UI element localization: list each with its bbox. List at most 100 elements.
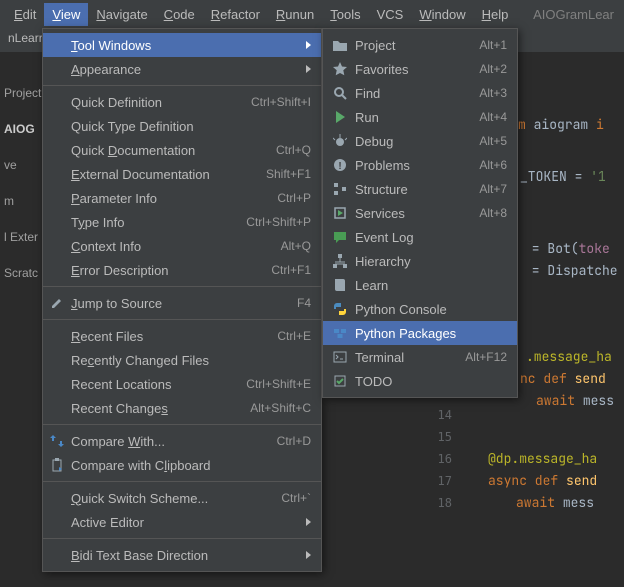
view-menu-item-external-documentation[interactable]: External DocumentationShift+F1: [43, 162, 321, 186]
menu-item-label: Error Description: [71, 263, 271, 278]
folder-icon: [331, 37, 349, 53]
view-menu-item-bidi-text-base-direction[interactable]: Bidi Text Base Direction: [43, 543, 321, 567]
view-menu-item-quick-type-definition[interactable]: Quick Type Definition: [43, 114, 321, 138]
menu-item-shortcut: Ctrl+D: [277, 434, 311, 448]
tool-window-item-project[interactable]: ProjectAlt+1: [323, 33, 517, 57]
menu-item-label: Appearance: [71, 62, 300, 77]
tool-window-label: Favorites: [355, 62, 479, 77]
tool-window-label: Services: [355, 206, 479, 221]
menu-item-shortcut: Alt+Shift+C: [250, 401, 311, 415]
menu-item-label: Active Editor: [71, 515, 300, 530]
tool-window-item-hierarchy[interactable]: Hierarchy: [323, 249, 517, 273]
tool-window-label: Event Log: [355, 230, 507, 245]
book-icon: [331, 277, 349, 293]
tool-window-shortcut: Alt+F12: [465, 350, 507, 364]
tool-window-item-python-console[interactable]: Python Console: [323, 297, 517, 321]
code-fragment: @dp.message_ha: [488, 448, 624, 470]
view-menu-item-jump-to-source[interactable]: Jump to SourceF4: [43, 291, 321, 315]
tool-window-item-todo[interactable]: TODO: [323, 369, 517, 393]
tool-window-item-favorites[interactable]: FavoritesAlt+2: [323, 57, 517, 81]
code-fragment: m aiogram i: [518, 114, 624, 136]
tool-window-shortcut: Alt+6: [479, 158, 507, 172]
view-menu-item-active-editor[interactable]: Active Editor: [43, 510, 321, 534]
tool-window-item-run[interactable]: RunAlt+4: [323, 105, 517, 129]
menu-item-label: Parameter Info: [71, 191, 277, 206]
code-fragment: _TOKEN = '1: [520, 166, 624, 188]
menu-item-label: Compare With...: [71, 434, 277, 449]
tool-window-shortcut: Alt+2: [479, 62, 507, 76]
tool-window-shortcut: Alt+5: [479, 134, 507, 148]
menu-item-shortcut: Ctrl+Shift+E: [246, 377, 311, 391]
tool-window-item-problems[interactable]: !ProblemsAlt+6: [323, 153, 517, 177]
svg-text:!: !: [338, 161, 341, 172]
menu-help[interactable]: Help: [474, 3, 517, 26]
todo-icon: [331, 373, 349, 389]
view-menu-item-appearance[interactable]: Appearance: [43, 57, 321, 81]
menu-item-shortcut: Ctrl+E: [277, 329, 311, 343]
menu-separator: [43, 481, 321, 482]
view-menu-item-context-info[interactable]: Context InfoAlt+Q: [43, 234, 321, 258]
tool-window-item-learn[interactable]: Learn: [323, 273, 517, 297]
menu-edit[interactable]: Edit: [6, 3, 44, 26]
menu-item-shortcut: F4: [297, 296, 311, 310]
menu-navigate[interactable]: Navigate: [88, 3, 155, 26]
tool-window-item-python-packages[interactable]: Python Packages: [323, 321, 517, 345]
tool-window-label: Python Console: [355, 302, 507, 317]
view-menu-item-tool-windows[interactable]: Tool Windows: [43, 33, 321, 57]
menu-tools[interactable]: Tools: [322, 3, 368, 26]
tool-window-item-services[interactable]: ServicesAlt+8: [323, 201, 517, 225]
tool-window-label: Terminal: [355, 350, 465, 365]
menu-view[interactable]: View: [44, 3, 88, 26]
tool-window-item-event-log[interactable]: Event Log: [323, 225, 517, 249]
view-menu-item-recent-files[interactable]: Recent FilesCtrl+E: [43, 324, 321, 348]
chevron-right-icon: [306, 551, 311, 559]
menu-item-shortcut: Ctrl+`: [281, 491, 311, 505]
view-menu-item-quick-definition[interactable]: Quick DefinitionCtrl+Shift+I: [43, 90, 321, 114]
menu-item-shortcut: Alt+Q: [281, 239, 311, 253]
view-menu-item-recent-changes[interactable]: Recent ChangesAlt+Shift+C: [43, 396, 321, 420]
menu-code[interactable]: Code: [156, 3, 203, 26]
tool-window-label: TODO: [355, 374, 507, 389]
view-menu-item-compare-with-clipboard[interactable]: Compare with Clipboard: [43, 453, 321, 477]
view-menu-item-type-info[interactable]: Type InfoCtrl+Shift+P: [43, 210, 321, 234]
menu-item-shortcut: Shift+F1: [266, 167, 311, 181]
hierarchy-icon: [331, 253, 349, 269]
tool-window-item-find[interactable]: FindAlt+3: [323, 81, 517, 105]
view-menu-item-parameter-info[interactable]: Parameter InfoCtrl+P: [43, 186, 321, 210]
view-menu-item-error-description[interactable]: Error DescriptionCtrl+F1: [43, 258, 321, 282]
tool-window-shortcut: Alt+1: [479, 38, 507, 52]
view-menu-item-quick-documentation[interactable]: Quick DocumentationCtrl+Q: [43, 138, 321, 162]
menu-item-label: Quick Documentation: [71, 143, 276, 158]
tool-window-label: Structure: [355, 182, 479, 197]
menu-vcs[interactable]: VCS: [369, 3, 412, 26]
menu-item-label: Quick Switch Scheme...: [71, 491, 281, 506]
python-icon: [331, 301, 349, 317]
compare-icon: [49, 433, 65, 449]
terminal-icon: [331, 349, 349, 365]
menu-item-shortcut: Ctrl+P: [277, 191, 311, 205]
tool-window-label: Python Packages: [355, 326, 507, 341]
menu-refactor[interactable]: Refactor: [203, 3, 268, 26]
menu-item-shortcut: Ctrl+Shift+P: [246, 215, 311, 229]
menu-separator: [43, 286, 321, 287]
services-icon: [331, 205, 349, 221]
menu-item-label: Recent Locations: [71, 377, 246, 392]
tool-window-item-debug[interactable]: DebugAlt+5: [323, 129, 517, 153]
menu-item-label: Quick Type Definition: [71, 119, 311, 134]
view-menu-item-compare-with-[interactable]: Compare With...Ctrl+D: [43, 429, 321, 453]
chevron-right-icon: [306, 41, 311, 49]
view-menu-item-recently-changed-files[interactable]: Recently Changed Files: [43, 348, 321, 372]
code-fragment: nc def send: [520, 368, 624, 390]
star-icon: [331, 61, 349, 77]
menu-run[interactable]: Runun: [268, 3, 322, 26]
tool-window-item-structure[interactable]: StructureAlt+7: [323, 177, 517, 201]
tool-window-label: Project: [355, 38, 479, 53]
view-menu-dropdown: Tool Windows Appearance Quick DefinitionCt…: [42, 28, 322, 572]
code-fragment: .message_ha: [526, 346, 624, 368]
tool-window-item-terminal[interactable]: TerminalAlt+F12: [323, 345, 517, 369]
view-menu-item-recent-locations[interactable]: Recent LocationsCtrl+Shift+E: [43, 372, 321, 396]
menubar: Edit View Navigate Code Refactor Runun T…: [0, 0, 624, 28]
menu-window[interactable]: Window: [411, 3, 473, 26]
view-menu-item-quick-switch-scheme-[interactable]: Quick Switch Scheme...Ctrl+`: [43, 486, 321, 510]
menu-item-label: Compare with Clipboard: [71, 458, 311, 473]
